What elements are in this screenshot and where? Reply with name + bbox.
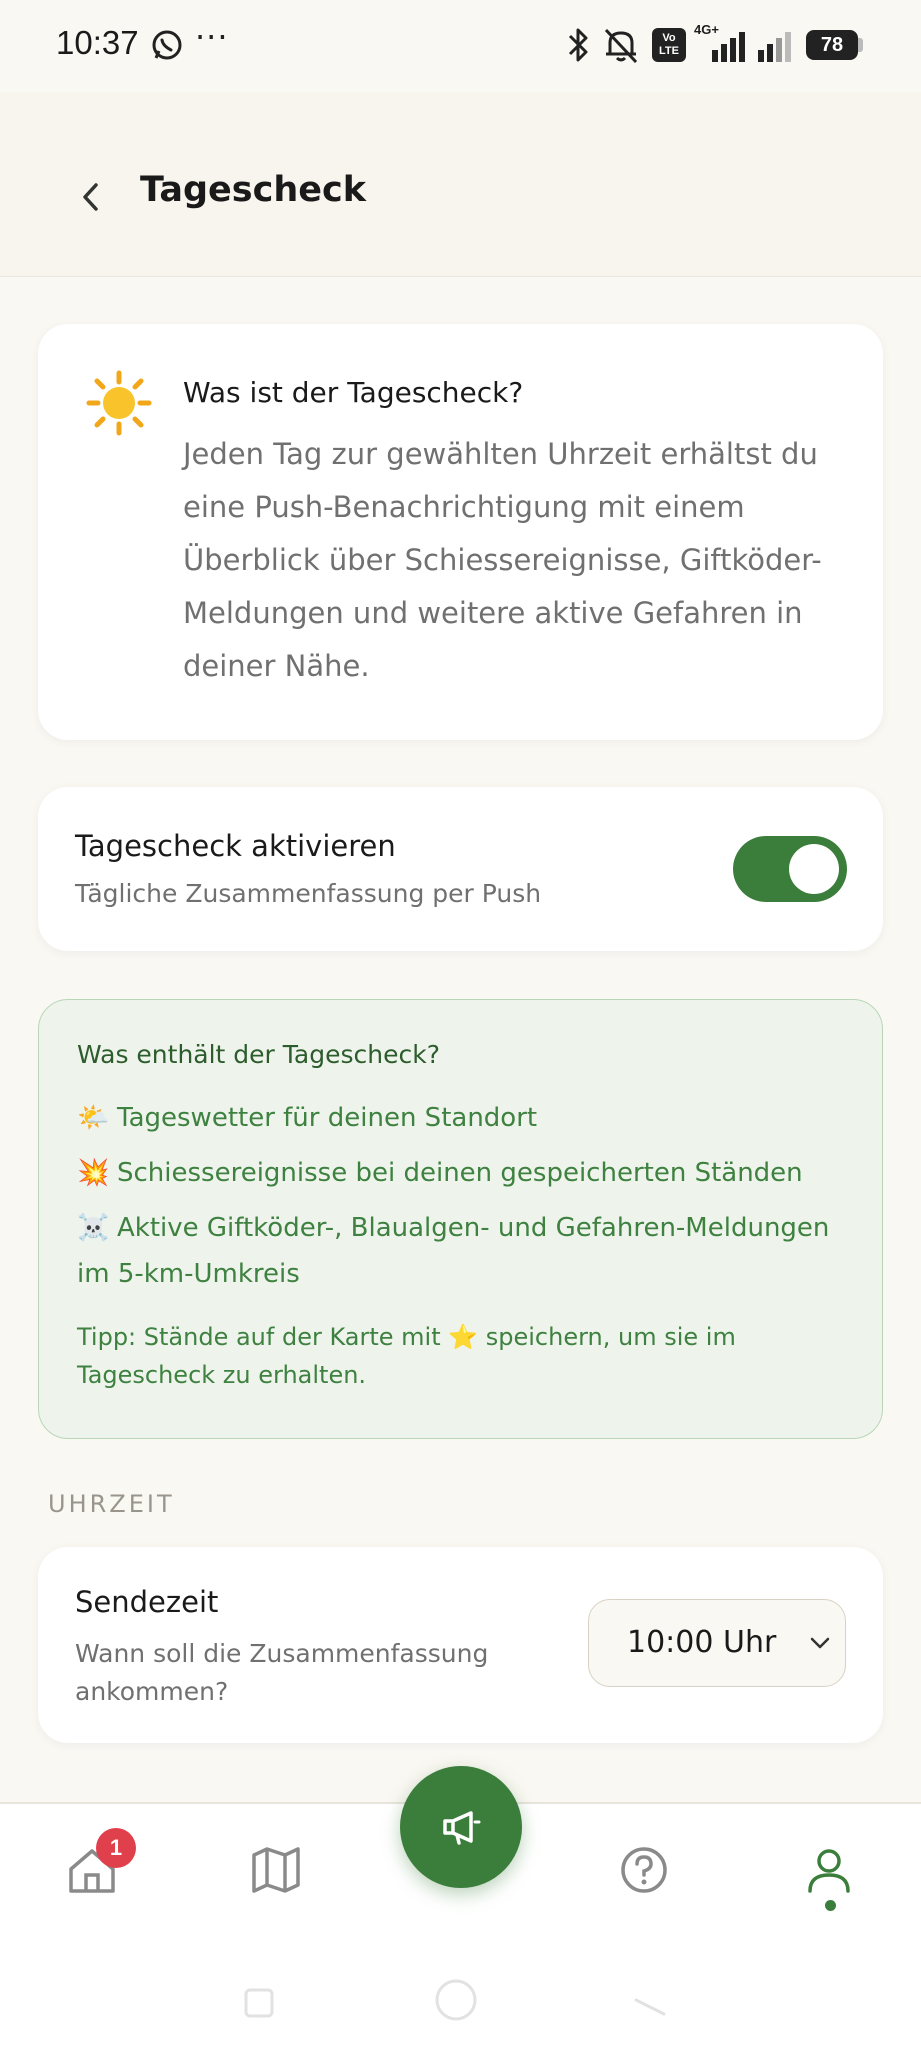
chevron-left-icon <box>83 183 98 211</box>
info-text: Jeden Tag zur gewählten Uhrzeit erhältst… <box>183 437 822 683</box>
status-time: 10:37 <box>56 24 139 61</box>
page: 10:37 ··· Vo LTE 4G+ 78 Tagescheck Was i… <box>0 0 921 2048</box>
activate-card: Tagescheck aktivieren Tägliche Zusammenf… <box>38 787 883 951</box>
send-time-subtitle: Wann soll die Zusammenfassung ankommen? <box>75 1639 489 1706</box>
section-label: UHRZEIT <box>48 1490 175 1518</box>
time-select[interactable]: 10:00 Uhr <box>588 1599 846 1687</box>
tip-text: Tipp: Stände auf der Karte mit ⭐ speiche… <box>77 1323 736 1389</box>
contents-title: Was enthält der Tagescheck? <box>77 1040 440 1069</box>
app-header: Tagescheck <box>0 92 921 277</box>
mute-icon <box>604 28 638 64</box>
weather-icon: 🌤️ <box>77 1103 110 1133</box>
time-select-value: 10:00 Uhr <box>627 1625 777 1660</box>
info-card: Was ist der Tagescheck? Jeden Tag zur ge… <box>38 324 883 740</box>
help-icon <box>621 1847 667 1893</box>
skull-icon: ☠️ <box>77 1213 110 1243</box>
megaphone-icon <box>443 1811 481 1845</box>
list-item-text: Aktive Giftköder-, Blaualgen- und Gefahr… <box>77 1213 830 1289</box>
notification-badge: 1 <box>96 1828 136 1868</box>
more-notifications-icon: ··· <box>195 18 229 56</box>
list-item-text: Schiessereignisse bei deinen gespeichert… <box>117 1158 803 1188</box>
active-indicator <box>825 1900 836 1911</box>
list-item-text: Tageswetter für deinen Standort <box>117 1103 538 1133</box>
report-button[interactable] <box>400 1766 522 1888</box>
contents-box: Was enthält der Tagescheck? 🌤️ Tageswette… <box>38 999 883 1439</box>
page-title: Tagescheck <box>140 170 367 210</box>
activate-title: Tagescheck aktivieren <box>75 829 396 863</box>
profile-icon <box>808 1849 850 1893</box>
nav-profile[interactable] <box>789 1830 869 1910</box>
send-time-title: Sendezeit <box>75 1585 219 1619</box>
bluetooth-icon <box>568 28 588 62</box>
battery-cap <box>858 38 863 52</box>
signal-icon <box>712 32 745 62</box>
volte-badge: Vo LTE <box>652 28 686 62</box>
contents-list: 🌤️ Tageswetter für deinen Standort 💥 Schie… <box>77 1095 857 1306</box>
system-back-icon[interactable] <box>632 1982 668 2018</box>
recent-apps-icon[interactable] <box>242 1986 276 2020</box>
sun-icon <box>86 370 152 436</box>
status-bar: 10:37 ··· Vo LTE 4G+ 78 <box>0 0 921 92</box>
toggle-knob <box>789 844 839 894</box>
info-title: Was ist der Tagescheck? <box>183 376 524 409</box>
system-home-icon[interactable] <box>432 1976 480 2024</box>
signal-icon <box>758 32 791 62</box>
whatsapp-icon <box>152 30 182 60</box>
system-nav <box>0 1942 921 2048</box>
nav-help[interactable] <box>604 1830 684 1910</box>
back-button[interactable] <box>66 172 116 222</box>
chevron-down-icon <box>810 1637 830 1649</box>
send-time-card: Sendezeit Wann soll die Zusammenfassung … <box>38 1547 883 1743</box>
battery-indicator: 78 <box>806 30 858 60</box>
map-icon <box>252 1847 300 1893</box>
list-item: ☠️ Aktive Giftköder-, Blaualgen- und Gefa… <box>77 1205 857 1297</box>
explosion-icon: 💥 <box>77 1158 110 1188</box>
activate-subtitle: Tägliche Zusammenfassung per Push <box>75 879 542 908</box>
activate-toggle[interactable] <box>733 836 847 902</box>
nav-home[interactable]: 1 <box>52 1828 136 1910</box>
list-item: 🌤️ Tageswetter für deinen Standort <box>77 1095 857 1141</box>
list-item: 💥 Schiessereignisse bei deinen gespeicher… <box>77 1150 857 1196</box>
nav-map[interactable] <box>236 1830 316 1910</box>
